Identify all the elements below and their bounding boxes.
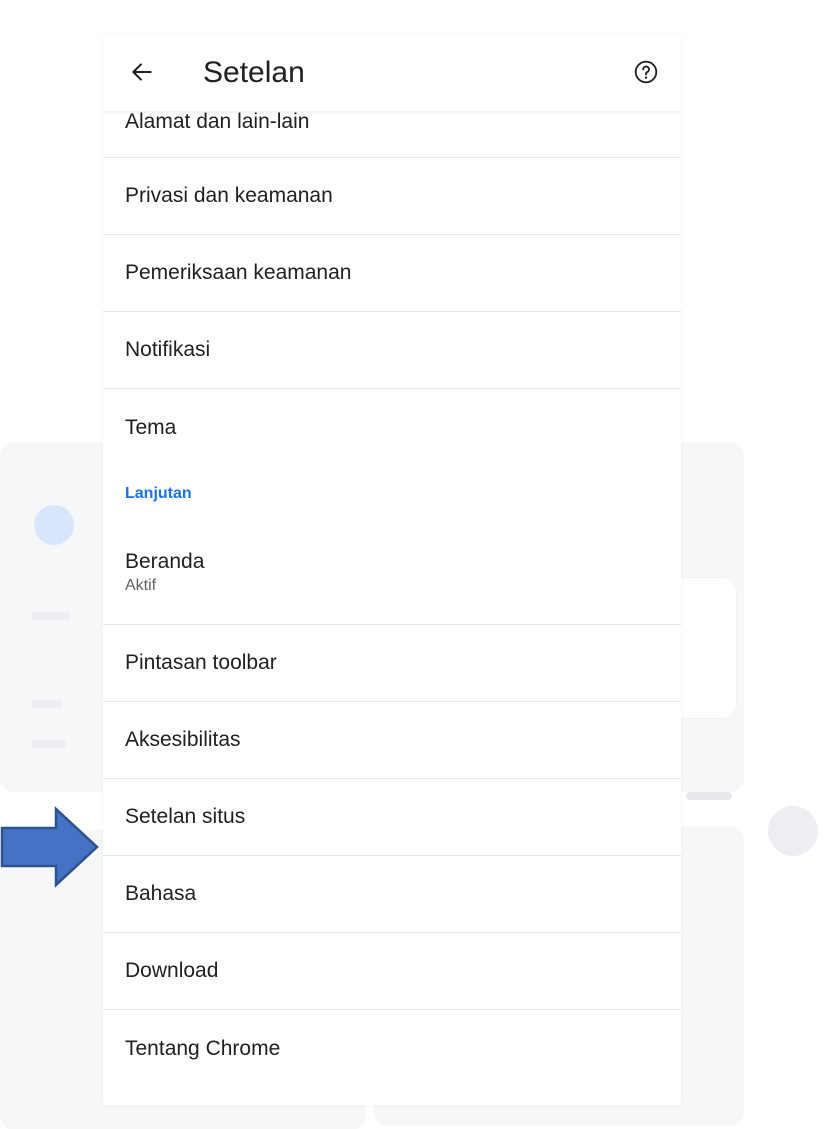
arrow-left-icon: [132, 63, 152, 81]
settings-item-languages[interactable]: Bahasa: [103, 856, 681, 933]
background-line: [32, 740, 66, 748]
settings-item-toolbar-shortcut[interactable]: Pintasan toolbar: [103, 625, 681, 702]
background-avatar: [34, 505, 74, 545]
background-avatar: [768, 806, 818, 856]
app-bar: Setelan: [103, 35, 681, 111]
background-line: [32, 700, 62, 708]
arrow-right-icon: [0, 806, 99, 888]
screen: Alamat dan lain-lain Privasi dan keamana…: [0, 0, 838, 1129]
settings-item-label: Aksesibilitas: [125, 728, 241, 751]
settings-item-label: Pintasan toolbar: [125, 651, 277, 674]
settings-item-theme[interactable]: Tema: [103, 389, 681, 466]
section-label: Lanjutan: [125, 485, 192, 502]
settings-item-label: Notifikasi: [125, 338, 211, 361]
settings-item-downloads[interactable]: Download: [103, 933, 681, 1010]
settings-item-site-settings[interactable]: Setelan situs: [103, 779, 681, 856]
back-button[interactable]: [125, 55, 159, 89]
help-button[interactable]: [629, 55, 663, 89]
settings-item-label: Tema: [125, 415, 177, 439]
settings-item-label: Alamat dan lain-lain: [125, 110, 310, 133]
settings-item-label: Privasi dan keamanan: [125, 184, 333, 207]
settings-item-label: Setelan situs: [125, 805, 246, 828]
settings-item-notifications[interactable]: Notifikasi: [103, 312, 681, 389]
settings-item-about-chrome[interactable]: Tentang Chrome: [103, 1010, 681, 1087]
settings-sheet: Alamat dan lain-lain Privasi dan keamana…: [103, 35, 681, 1105]
settings-list: Alamat dan lain-lain Privasi dan keamana…: [103, 95, 681, 1087]
settings-item-safety-check[interactable]: Pemeriksaan keamanan: [103, 235, 681, 312]
settings-item-summary: Aktif: [125, 577, 157, 594]
settings-item-label: Tentang Chrome: [125, 1036, 281, 1060]
background-line: [32, 612, 70, 620]
settings-item-label: Download: [125, 959, 219, 982]
help-circle-icon: [634, 60, 658, 84]
background-line: [686, 792, 732, 800]
settings-item-label: Bahasa: [125, 882, 197, 905]
settings-item-privacy[interactable]: Privasi dan keamanan: [103, 158, 681, 235]
settings-item-label: Beranda: [125, 550, 205, 573]
section-header-advanced: Lanjutan: [103, 466, 681, 522]
settings-item-label: Pemeriksaan keamanan: [125, 261, 352, 284]
settings-item-homepage[interactable]: Beranda Aktif: [103, 522, 681, 625]
page-title: Setelan: [203, 56, 305, 89]
settings-item-accessibility[interactable]: Aksesibilitas: [103, 702, 681, 779]
